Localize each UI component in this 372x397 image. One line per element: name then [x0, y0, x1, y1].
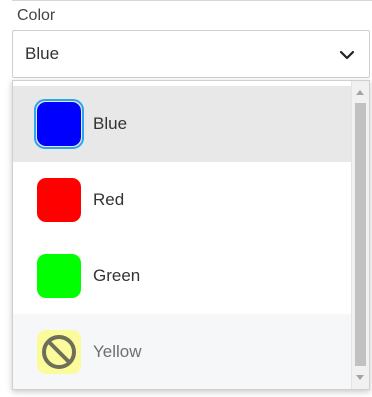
option-label: Yellow — [93, 342, 142, 361]
option-yellow: Yellow — [13, 314, 351, 389]
dropdown-scrollbar[interactable] — [351, 81, 369, 389]
green-swatch — [37, 254, 81, 298]
option-red[interactable]: Red — [13, 162, 351, 238]
chevron-down-icon[interactable] — [337, 45, 357, 65]
color-select-value: Blue — [25, 44, 60, 63]
color-dropdown-list: Blue Red Green Yellow — [12, 80, 370, 390]
prohibited-icon — [42, 335, 76, 369]
yellow-swatch — [37, 330, 81, 374]
option-list: Blue Red Green Yellow — [13, 86, 351, 389]
option-label: Red — [93, 190, 125, 209]
option-green[interactable]: Green — [13, 238, 351, 314]
scroll-thumb[interactable] — [355, 103, 366, 366]
color-select[interactable]: Blue — [12, 30, 370, 78]
option-label: Blue — [93, 114, 128, 133]
blue-swatch — [37, 102, 81, 146]
top-divider — [12, 0, 372, 1]
scroll-up-arrow-icon[interactable] — [356, 90, 364, 95]
option-blue[interactable]: Blue — [13, 86, 351, 162]
option-label: Green — [93, 266, 141, 285]
color-field-label: Color — [17, 7, 56, 24]
red-swatch — [37, 178, 81, 222]
scroll-down-arrow-icon[interactable] — [356, 375, 364, 380]
